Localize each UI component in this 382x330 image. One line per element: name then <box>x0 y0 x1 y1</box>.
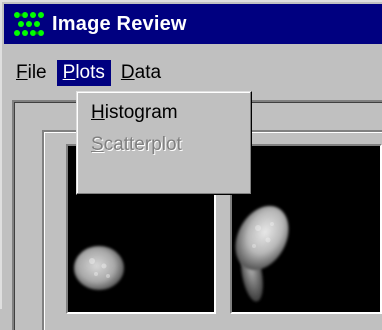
menu-file-accel: F <box>16 62 28 83</box>
histogram-accel: H <box>91 102 105 123</box>
window-title: Image Review <box>52 12 187 35</box>
cell-image-right <box>235 205 289 302</box>
plots-dropdown-menu: Histogram Scatterplot <box>76 91 252 195</box>
menu-data[interactable]: Data <box>115 60 167 86</box>
histogram-rest: istogram <box>104 102 178 123</box>
app-dots-icon <box>12 9 48 39</box>
menu-item-histogram[interactable]: Histogram <box>91 102 178 124</box>
app-window: Image Review File Plots Data Histogram S… <box>0 0 382 330</box>
title-bar[interactable]: Image Review <box>4 4 382 44</box>
menu-plots-accel: P <box>62 62 76 83</box>
menu-file-rest: ile <box>27 62 47 83</box>
menu-plots[interactable]: Plots <box>56 60 111 86</box>
scatterplot-rest: catterplot <box>103 134 182 155</box>
menu-plots-rest: lots <box>75 62 105 83</box>
menu-file[interactable]: File <box>10 60 53 86</box>
menu-data-accel: D <box>120 62 135 83</box>
right-image-panel[interactable] <box>230 144 382 314</box>
menu-bar: File Plots Data <box>4 58 382 88</box>
scatterplot-accel: S <box>91 134 104 155</box>
menu-data-rest: ata <box>134 62 162 83</box>
menu-item-scatterplot: Scatterplot <box>91 134 182 156</box>
